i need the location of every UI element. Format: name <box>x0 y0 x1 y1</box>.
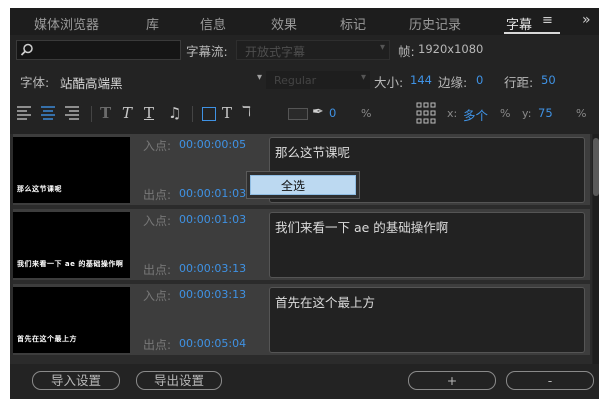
subtitle-flow-value: 开放式字幕 <box>245 45 306 59</box>
tab-overflow-icon[interactable]: » <box>582 12 591 28</box>
caption-thumbnail: 首先在这个最上方 <box>13 287 130 353</box>
in-point-label: 入点: <box>143 289 172 303</box>
caption-row[interactable]: 我们来看一下 ae 的基础操作啊 入点: 00:00:01:03 出点: 00:… <box>13 209 590 280</box>
toolbar-divider <box>192 106 193 122</box>
caption-text-field[interactable]: 首先在这个最上方 <box>269 287 585 353</box>
line-spacing-label: 行距: <box>504 75 534 90</box>
export-settings-button[interactable]: 导出设置 <box>136 371 222 390</box>
italic-icon[interactable]: T <box>122 104 132 122</box>
context-menu-select-all[interactable]: 全选 <box>250 175 356 195</box>
panel-menu-icon[interactable]: ≡ <box>542 13 553 28</box>
font-label: 字体: <box>20 75 50 90</box>
panel-tab-bar: 媒体浏览器 库 信息 效果 标记 历史记录 字幕 ≡ » <box>10 8 599 35</box>
bold-icon[interactable]: T <box>100 104 111 122</box>
out-point-timecode[interactable]: 00:00:01:03 <box>179 187 246 200</box>
tab-media-browser[interactable]: 媒体浏览器 <box>34 14 99 33</box>
background-color-swatch[interactable] <box>288 108 308 120</box>
import-settings-button[interactable]: 导入设置 <box>32 371 120 390</box>
scrollbar-thumb[interactable] <box>593 138 599 196</box>
line-spacing-value[interactable]: 50 <box>541 73 556 87</box>
chevron-down-icon: ▾ <box>379 42 385 53</box>
chevron-down-icon: ▾ <box>256 72 262 83</box>
frame-label: 帧: <box>398 44 415 59</box>
context-menu: 全选 <box>246 171 360 199</box>
caption-thumbnail: 那么这节课呢 <box>13 137 130 203</box>
toolbar-divider <box>91 106 92 122</box>
stroke-opacity-unit: % <box>361 107 372 120</box>
align-right-icon[interactable] <box>64 104 80 122</box>
font-family-value: 站酷高端黑 <box>60 76 123 91</box>
caption-list: 那么这节课呢 入点: 00:00:00:05 出点: 00:00:01:03 那… <box>10 134 592 364</box>
select-all-label: 全选 <box>281 179 306 193</box>
font-style-dropdown[interactable]: Regular ▾ <box>266 71 370 89</box>
eyedropper-icon[interactable]: ✒ <box>312 104 324 120</box>
chevron-down-icon: ▾ <box>360 72 366 83</box>
caption-text-field[interactable]: 我们来看一下 ae 的基础操作啊 <box>269 212 585 278</box>
font-style-value: Regular <box>274 74 317 87</box>
in-point-label: 入点: <box>143 139 172 153</box>
underline-icon[interactable]: T <box>144 104 154 122</box>
stroke-label: 边缘: <box>438 75 468 90</box>
in-point-timecode[interactable]: 00:00:01:03 <box>179 213 246 226</box>
x-unit: % <box>500 107 511 120</box>
caption-text: 我们来看一下 ae 的基础操作啊 <box>275 220 449 235</box>
out-point-timecode[interactable]: 00:00:05:04 <box>179 337 246 350</box>
font-size-value[interactable]: 144 <box>410 73 432 87</box>
thumbnail-caption-text: 那么这节课呢 <box>17 185 62 193</box>
font-family-dropdown[interactable]: 站酷高端黑 ▾ <box>56 71 262 91</box>
caption-text: 那么这节课呢 <box>275 145 351 160</box>
thumbnail-caption-text: 我们来看一下 ae 的基础操作啊 <box>17 260 124 268</box>
active-tab-underline <box>504 32 560 34</box>
tab-history[interactable]: 历史记录 <box>409 14 461 33</box>
out-point-label: 出点: <box>143 338 172 352</box>
search-icon <box>20 43 33 56</box>
tab-libraries[interactable]: 库 <box>146 14 159 33</box>
y-label: y: <box>522 107 532 120</box>
position-grid-icon[interactable] <box>416 102 436 124</box>
subtitle-flow-label: 字幕流: <box>186 44 228 59</box>
tab-markers[interactable]: 标记 <box>340 14 366 33</box>
frame-size-value: 1920x1080 <box>418 42 484 56</box>
in-point-label: 入点: <box>143 214 172 228</box>
y-value[interactable]: 75 <box>538 106 553 120</box>
out-point-label: 出点: <box>143 188 172 202</box>
in-point-timecode[interactable]: 00:00:03:13 <box>179 288 246 301</box>
text-outline-icon[interactable]: ℸ <box>242 104 251 120</box>
tab-info[interactable]: 信息 <box>200 14 226 33</box>
caption-row[interactable]: 首先在这个最上方 入点: 00:00:03:13 出点: 00:00:05:04… <box>13 284 590 355</box>
stroke-opacity-value[interactable]: 0 <box>329 106 336 120</box>
out-point-timecode[interactable]: 00:00:03:13 <box>179 262 246 275</box>
stroke-value[interactable]: 0 <box>476 73 483 87</box>
thumbnail-caption-text: 首先在这个最上方 <box>17 335 77 343</box>
caption-list-scrollbar[interactable] <box>593 134 599 364</box>
music-note-icon[interactable]: ♫ <box>168 104 181 122</box>
x-label: x: <box>447 107 458 120</box>
align-left-icon[interactable] <box>16 104 32 122</box>
search-input[interactable] <box>16 40 181 60</box>
caption-thumbnail: 我们来看一下 ae 的基础操作啊 <box>13 212 130 278</box>
foreground-color-swatch[interactable] <box>202 107 216 121</box>
align-center-icon[interactable] <box>40 104 56 122</box>
add-caption-button[interactable]: + <box>408 371 496 390</box>
remove-caption-button[interactable]: - <box>506 371 594 390</box>
caption-text: 首先在这个最上方 <box>275 295 376 310</box>
subtitle-flow-dropdown[interactable]: 开放式字幕 ▾ <box>236 40 390 60</box>
bottom-bar: 导入设置 导出设置 + - <box>10 364 599 399</box>
tab-effects[interactable]: 效果 <box>271 14 297 33</box>
y-unit: % <box>576 107 587 120</box>
captions-panel: 媒体浏览器 库 信息 效果 标记 历史记录 字幕 ≡ » 字幕流: 开放式字幕 … <box>10 8 599 399</box>
tab-captions[interactable]: 字幕 <box>506 14 532 33</box>
x-value[interactable]: 多个 <box>463 105 488 124</box>
out-point-label: 出点: <box>143 263 172 277</box>
text-color-icon[interactable]: T <box>222 104 232 122</box>
font-size-label: 大小: <box>374 75 404 90</box>
in-point-timecode[interactable]: 00:00:00:05 <box>179 138 246 151</box>
